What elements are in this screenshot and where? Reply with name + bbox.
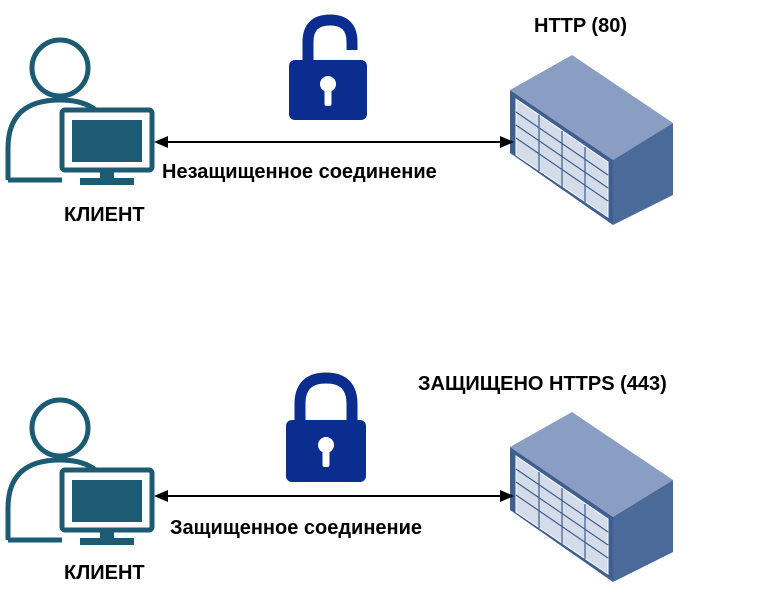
connection-label: Незащищенное соединение — [160, 161, 439, 184]
unlocked-padlock-icon — [289, 14, 367, 120]
server-label: ЗАЩИЩЕНО HTTPS (443) — [418, 373, 667, 395]
client-user-computer-icon — [5, 37, 155, 185]
server-icon — [510, 412, 673, 582]
client-label: КЛИЕНТ — [64, 204, 145, 226]
connection-double-arrow — [154, 490, 514, 502]
locked-padlock-icon — [286, 372, 366, 482]
client-user-computer-icon — [5, 397, 155, 545]
server-icon — [510, 55, 673, 225]
client-label: КЛИЕНТ — [64, 562, 145, 584]
server-label: HTTP (80) — [534, 15, 627, 37]
connection-label: Защищенное соединение — [168, 517, 425, 540]
connection-double-arrow — [154, 136, 514, 148]
